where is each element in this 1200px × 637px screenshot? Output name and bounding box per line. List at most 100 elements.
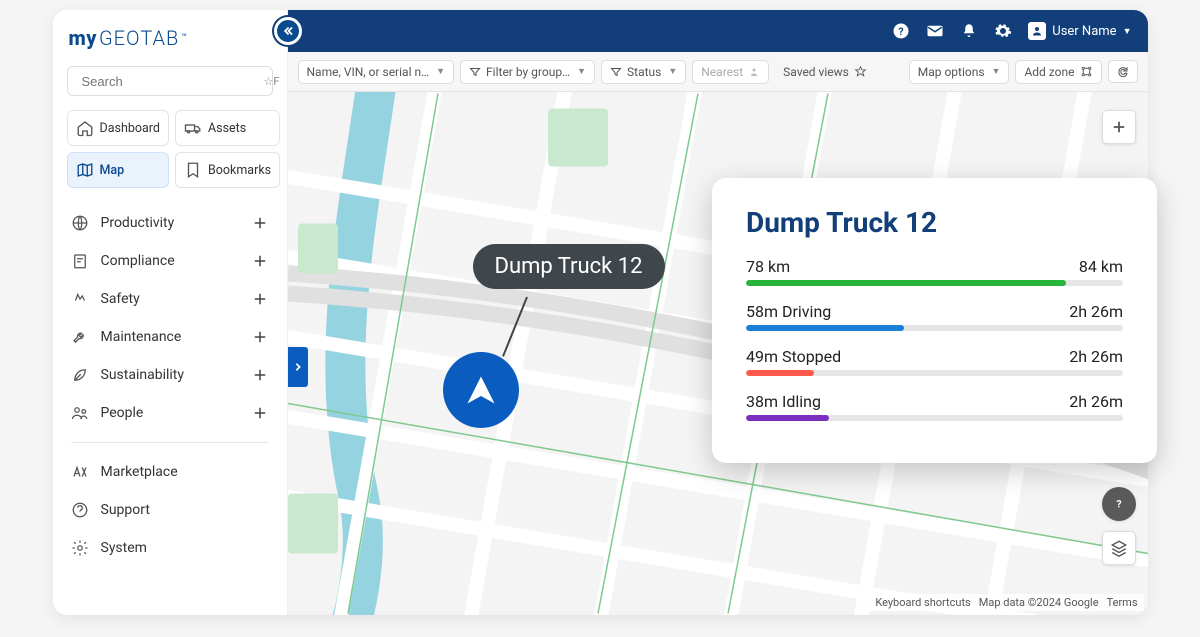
search-field[interactable]: ☆F [67, 66, 273, 96]
nav-productivity-label: Productivity [101, 215, 175, 231]
help-icon [71, 501, 89, 519]
metric-bar [746, 370, 1123, 376]
tab-assets[interactable]: Assets [175, 110, 280, 146]
map-data-label: Map data ©2024 Google [979, 596, 1099, 609]
plus-icon[interactable] [251, 290, 269, 308]
map-options[interactable]: Map options ▼ [909, 60, 1010, 84]
user-menu[interactable]: User Name ▼ [1028, 22, 1131, 40]
nav-people-label: People [101, 405, 144, 421]
mail-icon[interactable] [926, 22, 944, 40]
plus-icon[interactable] [251, 214, 269, 232]
metric-left: 78 km [746, 257, 790, 276]
map-controls-top [1102, 110, 1136, 144]
logo: my GEOTAB ™ [69, 26, 273, 50]
map-help-button[interactable]: ? [1102, 487, 1136, 521]
nav-safety-label: Safety [101, 291, 140, 307]
filter-status[interactable]: Status ▼ [601, 60, 686, 84]
map-controls-bottom: ? [1102, 487, 1136, 565]
chevron-down-icon: ▼ [1123, 26, 1132, 37]
nav-maintenance-label: Maintenance [101, 329, 182, 345]
metric-bar-fill [746, 370, 814, 376]
tab-dashboard[interactable]: Dashboard [67, 110, 169, 146]
nav-sustainability-label: Sustainability [101, 367, 184, 383]
sidebar-tabs: Dashboard Assets Map Bookmarks [67, 110, 273, 188]
detail-title: Dump Truck 12 [746, 206, 1123, 239]
metric-bar [746, 415, 1123, 421]
add-zone-label: Add zone [1024, 65, 1074, 79]
nav-maintenance[interactable]: Maintenance [67, 320, 273, 354]
metric-bar [746, 280, 1123, 286]
wrench-icon [71, 328, 89, 346]
metric-bar-fill [746, 325, 904, 331]
vehicle-marker[interactable] [443, 352, 519, 428]
nav-safety[interactable]: Safety [67, 282, 273, 316]
metric-bar [746, 325, 1123, 331]
add-zone[interactable]: Add zone [1015, 60, 1101, 84]
tab-bookmarks[interactable]: Bookmarks [175, 152, 280, 188]
metric-row: 38m Idling2h 26m [746, 392, 1123, 421]
expand-panel-handle[interactable] [288, 347, 308, 387]
home-icon [76, 119, 94, 137]
vehicle-detail-card: Dump Truck 12 78 km84 km58m Driving2h 26… [712, 178, 1157, 463]
map-tooltip: Dump Truck 12 [473, 244, 665, 289]
settings-icon[interactable] [994, 22, 1012, 40]
tab-map-label: Map [100, 163, 125, 178]
nav-system[interactable]: System [67, 531, 273, 565]
topbar: ? User Name ▼ [288, 10, 1148, 52]
filter-group-label: Filter by group… [486, 65, 570, 79]
sidebar: my GEOTAB ™ ☆F Dashboard Assets [53, 10, 288, 615]
map-layers-button[interactable] [1102, 531, 1136, 565]
chevron-down-icon: ▼ [436, 66, 445, 77]
nav-compliance-label: Compliance [101, 253, 175, 269]
map-icon [76, 161, 94, 179]
metric-left: 38m Idling [746, 392, 821, 411]
user-name-label: User Name [1052, 24, 1116, 39]
nav-people[interactable]: People [67, 396, 273, 430]
nav-compliance[interactable]: Compliance [67, 244, 273, 278]
filter-name[interactable]: Name, VIN, or serial n… ▼ [298, 60, 455, 84]
zone-icon [1080, 65, 1093, 78]
bell-icon[interactable] [960, 22, 978, 40]
refresh-button[interactable] [1108, 60, 1138, 83]
filter-nearest[interactable]: Nearest [692, 60, 769, 84]
map-attribution: Keyboard shortcuts Map data ©2024 Google… [869, 594, 1143, 611]
map-keyboard-shortcuts[interactable]: Keyboard shortcuts [875, 596, 970, 609]
plus-icon[interactable] [251, 366, 269, 384]
filter-status-label: Status [627, 65, 661, 79]
plus-icon[interactable] [251, 404, 269, 422]
people-icon [71, 404, 89, 422]
marketplace-icon [71, 463, 89, 481]
nav-productivity[interactable]: Productivity [67, 206, 273, 240]
search-input[interactable] [82, 74, 258, 89]
saved-views-label: Saved views [783, 65, 849, 79]
plus-icon[interactable] [251, 252, 269, 270]
logo-tm: ™ [181, 33, 187, 43]
metric-left: 58m Driving [746, 302, 831, 321]
map-terms[interactable]: Terms [1107, 596, 1138, 609]
tab-bookmarks-label: Bookmarks [208, 163, 271, 178]
gear-icon [71, 539, 89, 557]
metric-row: 58m Driving2h 26m [746, 302, 1123, 331]
metric-bar-fill [746, 415, 829, 421]
map-add-button[interactable] [1102, 110, 1136, 144]
filter-nearest-label: Nearest [701, 65, 743, 79]
nav-sustainability[interactable]: Sustainability [67, 358, 273, 392]
search-kbd-hint: ☆F [264, 75, 280, 88]
star-icon [854, 65, 867, 78]
person-icon [748, 66, 760, 78]
saved-views[interactable]: Saved views [775, 61, 875, 83]
nav-list: Productivity Compliance Safety [67, 206, 273, 565]
tab-map[interactable]: Map [67, 152, 169, 188]
nav-marketplace[interactable]: Marketplace [67, 455, 273, 489]
nav-system-label: System [101, 540, 147, 556]
map-tooltip-title: Dump Truck 12 [495, 254, 643, 279]
filter-group[interactable]: Filter by group… ▼ [460, 60, 595, 84]
help-icon[interactable]: ? [892, 22, 910, 40]
nav-support[interactable]: Support [67, 493, 273, 527]
logo-my: my [69, 26, 98, 50]
plus-icon[interactable] [251, 328, 269, 346]
refresh-icon [1117, 65, 1129, 78]
logo-geotab: GEOTAB [99, 26, 179, 50]
collapse-sidebar-button[interactable] [274, 17, 302, 45]
nav-separator [71, 442, 269, 443]
